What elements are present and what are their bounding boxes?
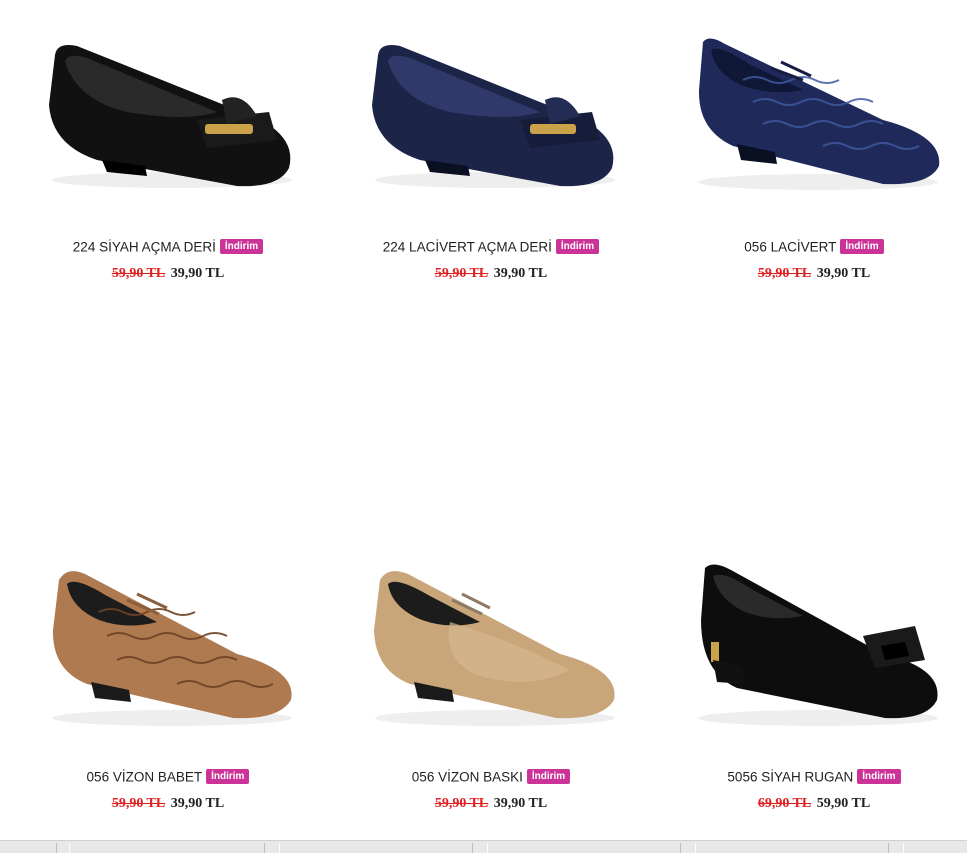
old-price: 59,90 TL [111,796,166,811]
old-price: 59,90 TL [434,266,489,281]
old-price: 69,90 TL [757,796,812,811]
new-price: 39,90 TL [170,266,225,281]
product-card[interactable]: 056 VİZON BABET İndirim 59,90 TL 39,90 TL [7,530,329,830]
product-card[interactable]: 5056 SİYAH RUGAN İndirim 69,90 TL 59,90 T… [653,530,967,830]
horizontal-scrollbar[interactable] [0,840,967,853]
old-price: 59,90 TL [434,796,489,811]
new-price: 39,90 TL [493,266,548,281]
product-card[interactable]: 224 LACİVERT AÇMA DERİ İndirim 59,90 TL 3… [330,0,652,300]
discount-badge: İndirim [526,769,571,785]
product-name[interactable]: 056 VİZON BASKI [412,769,523,784]
discount-badge: İndirim [219,239,264,255]
discount-badge: İndirim [206,769,250,785]
new-price: 59,90 TL [816,796,871,811]
product-card[interactable]: 224 SİYAH AÇMA DERİ İndirim 59,90 TL 39,9… [7,0,329,300]
new-price: 39,90 TL [816,266,871,281]
product-image[interactable] [330,20,652,220]
product-name[interactable]: 5056 SİYAH RUGAN [727,769,853,784]
product-image[interactable] [653,20,967,220]
product-name[interactable]: 224 SİYAH AÇMA DERİ [73,239,216,254]
product-name[interactable]: 224 LACİVERT AÇMA DERİ [383,239,552,254]
old-price: 59,90 TL [111,266,166,281]
product-name[interactable]: 056 LACİVERT [744,239,836,254]
new-price: 39,90 TL [493,796,548,811]
product-image[interactable] [653,550,967,750]
product-card[interactable]: 056 LACİVERT İndirim 59,90 TL 39,90 TL [653,0,967,300]
scrollbar-divider [680,843,696,853]
scrollbar-divider [56,843,70,853]
new-price: 39,90 TL [170,796,225,811]
discount-badge: İndirim [555,239,600,255]
scrollbar-divider [264,843,280,853]
scrollbar-divider [888,843,904,853]
product-image[interactable] [330,550,652,750]
scrollbar-divider [472,843,488,853]
product-name[interactable]: 056 VİZON BABET [87,769,203,784]
product-grid: 224 SİYAH AÇMA DERİ İndirim 59,90 TL 39,9… [0,0,967,853]
product-image[interactable] [7,550,329,750]
product-image[interactable] [7,20,329,220]
discount-badge: İndirim [840,239,884,255]
product-card[interactable]: 056 VİZON BASKI İndirim 59,90 TL 39,90 TL [330,530,652,830]
old-price: 59,90 TL [757,266,812,281]
discount-badge: İndirim [857,769,901,785]
